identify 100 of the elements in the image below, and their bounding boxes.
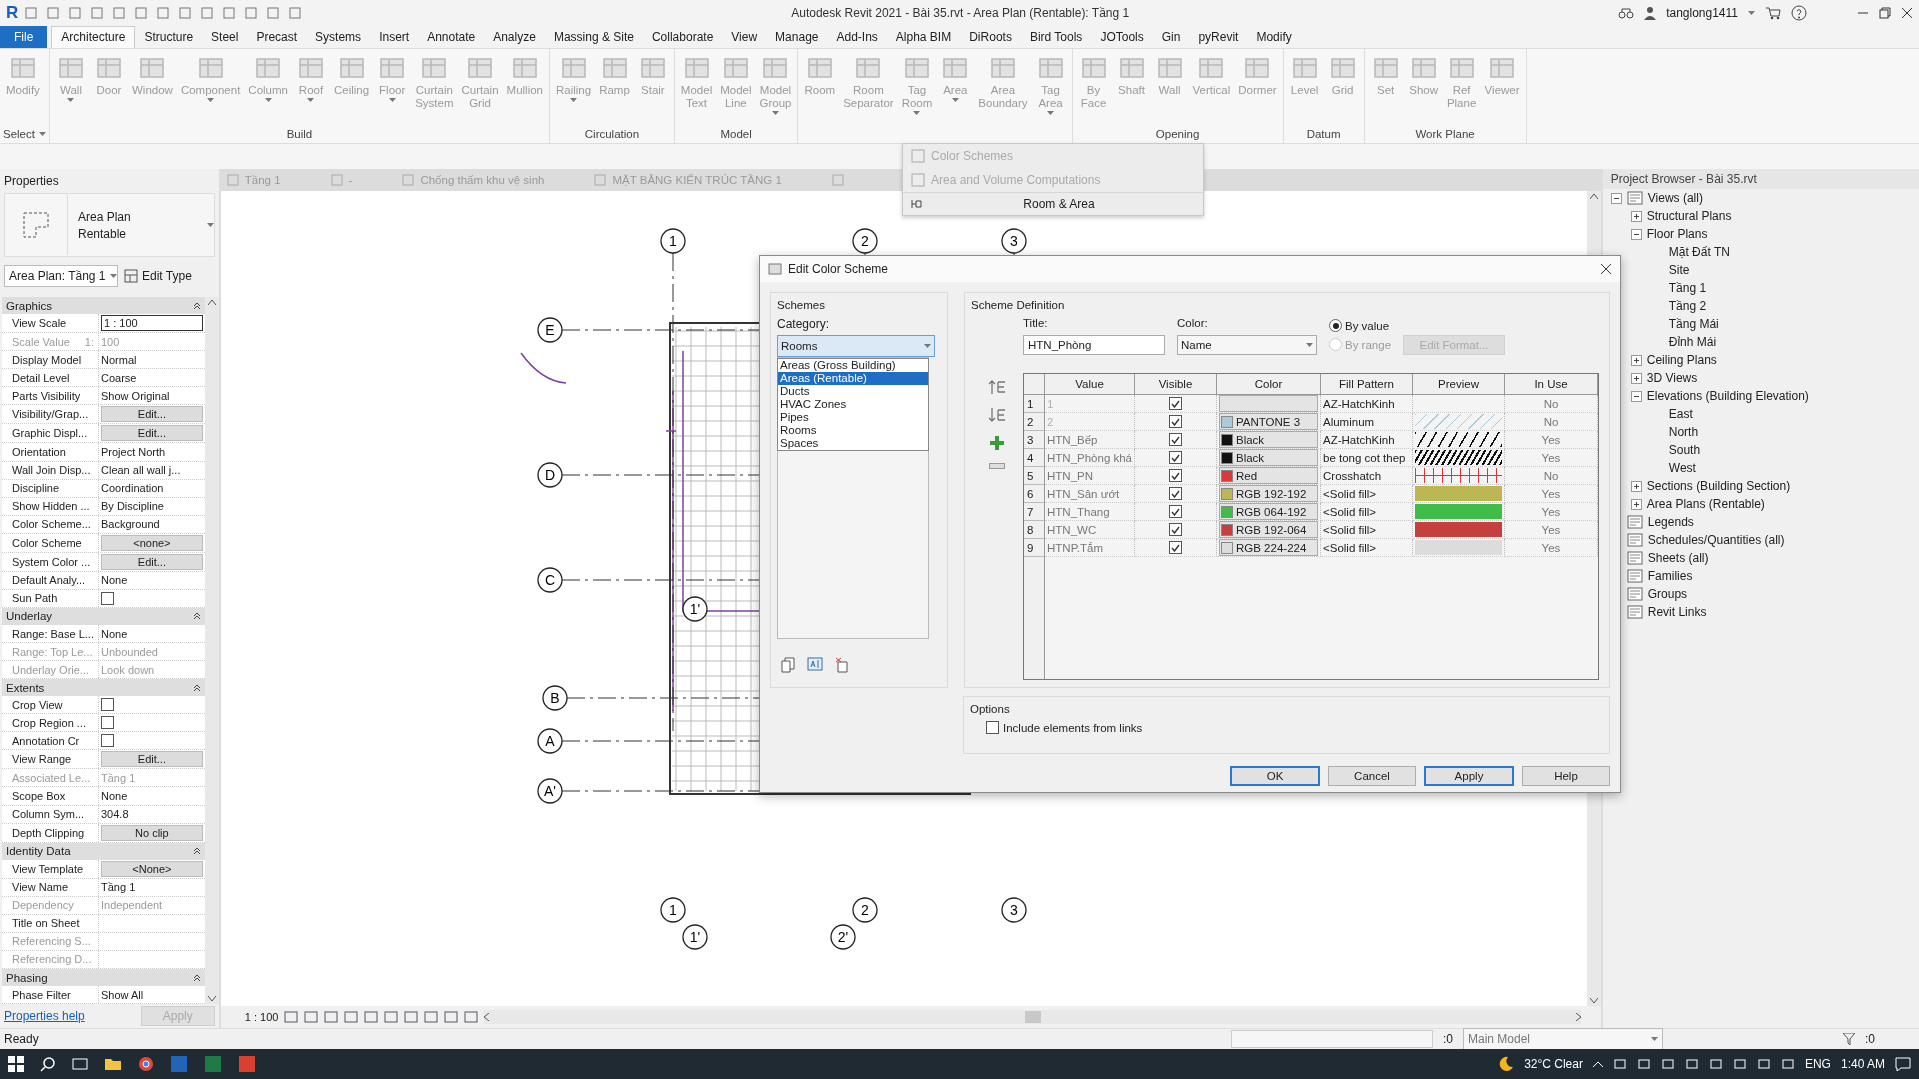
expander-icon[interactable] [1630, 354, 1642, 366]
color-button[interactable]: RGB 064-192 [1219, 503, 1318, 520]
scrollbar[interactable] [484, 1010, 1581, 1025]
tree-item[interactable]: West [1668, 461, 1696, 476]
checkbox[interactable] [1169, 397, 1182, 410]
property-button[interactable]: No clip [101, 824, 203, 841]
tree-item[interactable]: Families [1647, 569, 1693, 584]
tree-item[interactable]: Mặt Đất TN [1668, 245, 1730, 260]
tree-item[interactable]: Structural Plans [1646, 209, 1732, 224]
weather-text[interactable]: 32°C Clear [1524, 1057, 1583, 1072]
tree-item[interactable]: Revit Links [1647, 605, 1707, 620]
checkbox[interactable] [1169, 415, 1182, 428]
close-icon[interactable] [1901, 6, 1913, 19]
ribbon-tab[interactable]: Alpha BIM [886, 25, 961, 48]
tree-item[interactable]: Ceiling Plans [1646, 353, 1717, 368]
ribbon-tab[interactable]: Insert [370, 25, 419, 48]
binoculars-icon[interactable] [1618, 6, 1635, 19]
notification-icon[interactable] [1895, 1057, 1911, 1072]
grid-bubble[interactable]: 2 [852, 228, 878, 254]
ribbon-tab[interactable]: View [722, 25, 767, 48]
expander-icon[interactable] [1630, 210, 1642, 222]
ribbon-tab[interactable]: Bird Tools [1020, 25, 1092, 48]
color-button[interactable]: RGB 224-224 [1219, 539, 1318, 556]
ribbon-tab[interactable]: Architecture [51, 25, 136, 48]
tray-icon[interactable] [1660, 1057, 1675, 1072]
pin-icon[interactable] [911, 199, 923, 209]
add-icon[interactable] [989, 435, 1005, 451]
tray-icon[interactable] [1684, 1057, 1699, 1072]
clock[interactable]: 1:40 AM [1840, 1057, 1885, 1072]
dropdown-option[interactable]: Ducts [778, 385, 928, 398]
tree-item[interactable]: Sections (Building Section) [1646, 479, 1791, 494]
property-button[interactable]: Edit... [101, 751, 203, 768]
grid-bubble[interactable]: D [537, 462, 563, 488]
scheme-list[interactable]: Areas (Gross Building) Areas (Rentable) Ducts HVAC Zones Pipes Rooms Spaces [777, 357, 929, 639]
duplicate-icon[interactable] [781, 657, 795, 673]
dropdown-option[interactable]: Pipes [778, 411, 928, 424]
dialog-button[interactable]: Help [1522, 766, 1610, 786]
type-selector[interactable]: Area Plan Rentable [4, 193, 215, 258]
language-indicator[interactable]: ENG [1804, 1057, 1831, 1072]
ribbon-tab[interactable]: Systems [306, 25, 371, 48]
section-header[interactable]: Graphics [2, 297, 205, 315]
property-button[interactable]: Edit... [101, 425, 203, 442]
task-view-icon[interactable] [72, 1056, 88, 1073]
start-icon[interactable] [8, 1056, 24, 1073]
expander-icon[interactable] [1630, 498, 1642, 510]
tree-item[interactable]: Floor Plans [1646, 227, 1708, 242]
expander-icon[interactable] [1630, 372, 1642, 384]
tray-icon[interactable] [1732, 1057, 1747, 1072]
close-icon[interactable] [1600, 263, 1612, 275]
checkbox[interactable] [1169, 469, 1182, 482]
dialog-button[interactable]: OK [1230, 766, 1320, 786]
tree-item[interactable]: 3D Views [1646, 371, 1698, 386]
color-dropdown[interactable]: Name [1177, 335, 1317, 355]
grid-bubble[interactable]: 2 [852, 897, 878, 923]
ribbon-tab[interactable]: JOTools [1091, 25, 1153, 48]
ribbon-tab[interactable]: DiRoots [960, 25, 1021, 48]
move-down-icon[interactable] [988, 407, 1006, 423]
tree-item[interactable]: Legends [1647, 515, 1694, 530]
tree-item[interactable]: Tầng Mái [1668, 317, 1719, 332]
checkbox[interactable] [101, 698, 114, 712]
radio-button[interactable]: By value [1329, 319, 1392, 332]
grid-bubble[interactable]: 3 [1001, 897, 1027, 923]
tray-icon[interactable] [1780, 1057, 1795, 1072]
checkbox[interactable] [101, 716, 114, 730]
dropdown-option[interactable]: HVAC Zones [778, 398, 928, 411]
grid-bubble[interactable]: 1' [682, 924, 708, 950]
color-button[interactable]: RGB 192-064 [1219, 521, 1318, 538]
browser-icon[interactable] [138, 1056, 154, 1073]
color-button[interactable]: Black [1219, 431, 1318, 448]
ribbon-tab[interactable]: Analyze [484, 25, 545, 48]
ribbon-tab[interactable]: Massing & Site [544, 25, 643, 48]
checkbox[interactable] [1169, 541, 1182, 554]
grid-bubble[interactable]: 3 [1001, 228, 1027, 254]
property-field[interactable]: 1 : 100 [101, 315, 203, 332]
user-name[interactable]: tanglong1411 [1666, 5, 1738, 20]
ribbon-tab[interactable]: Structure [135, 25, 203, 48]
property-button[interactable]: Edit... [101, 553, 203, 570]
tray-icon[interactable] [1708, 1057, 1723, 1072]
color-button[interactable]: Black [1219, 449, 1318, 466]
expander-icon[interactable] [1630, 480, 1642, 492]
ribbon-tab[interactable]: pyRevit [1189, 25, 1248, 48]
ribbon-tab[interactable]: Gin [1152, 25, 1190, 48]
grid-bubble[interactable]: 1 [660, 228, 686, 254]
tree-item[interactable]: Elevations (Building Elevation) [1646, 389, 1809, 404]
view-scale[interactable]: 1 : 100 [244, 1011, 279, 1024]
checkbox[interactable] [986, 721, 999, 734]
checkbox[interactable] [1169, 451, 1182, 464]
expander-icon[interactable] [1630, 390, 1642, 402]
grid-bubble[interactable]: 1 [660, 897, 686, 923]
expander-icon[interactable] [1630, 228, 1642, 240]
grid-bubble[interactable]: 1' [682, 596, 708, 622]
checkbox-label[interactable]: Include elements from links [1003, 721, 1143, 734]
color-button[interactable] [1219, 395, 1318, 412]
category-dropdown[interactable]: Rooms [777, 335, 935, 357]
spreadsheet-icon[interactable] [204, 1055, 222, 1074]
help-icon[interactable] [1791, 4, 1807, 21]
app-icon[interactable] [238, 1055, 256, 1074]
ribbon-tab[interactable]: Add-Ins [827, 25, 887, 48]
chevron-up-icon[interactable] [1592, 1061, 1603, 1068]
tray-icon[interactable] [1636, 1057, 1651, 1072]
